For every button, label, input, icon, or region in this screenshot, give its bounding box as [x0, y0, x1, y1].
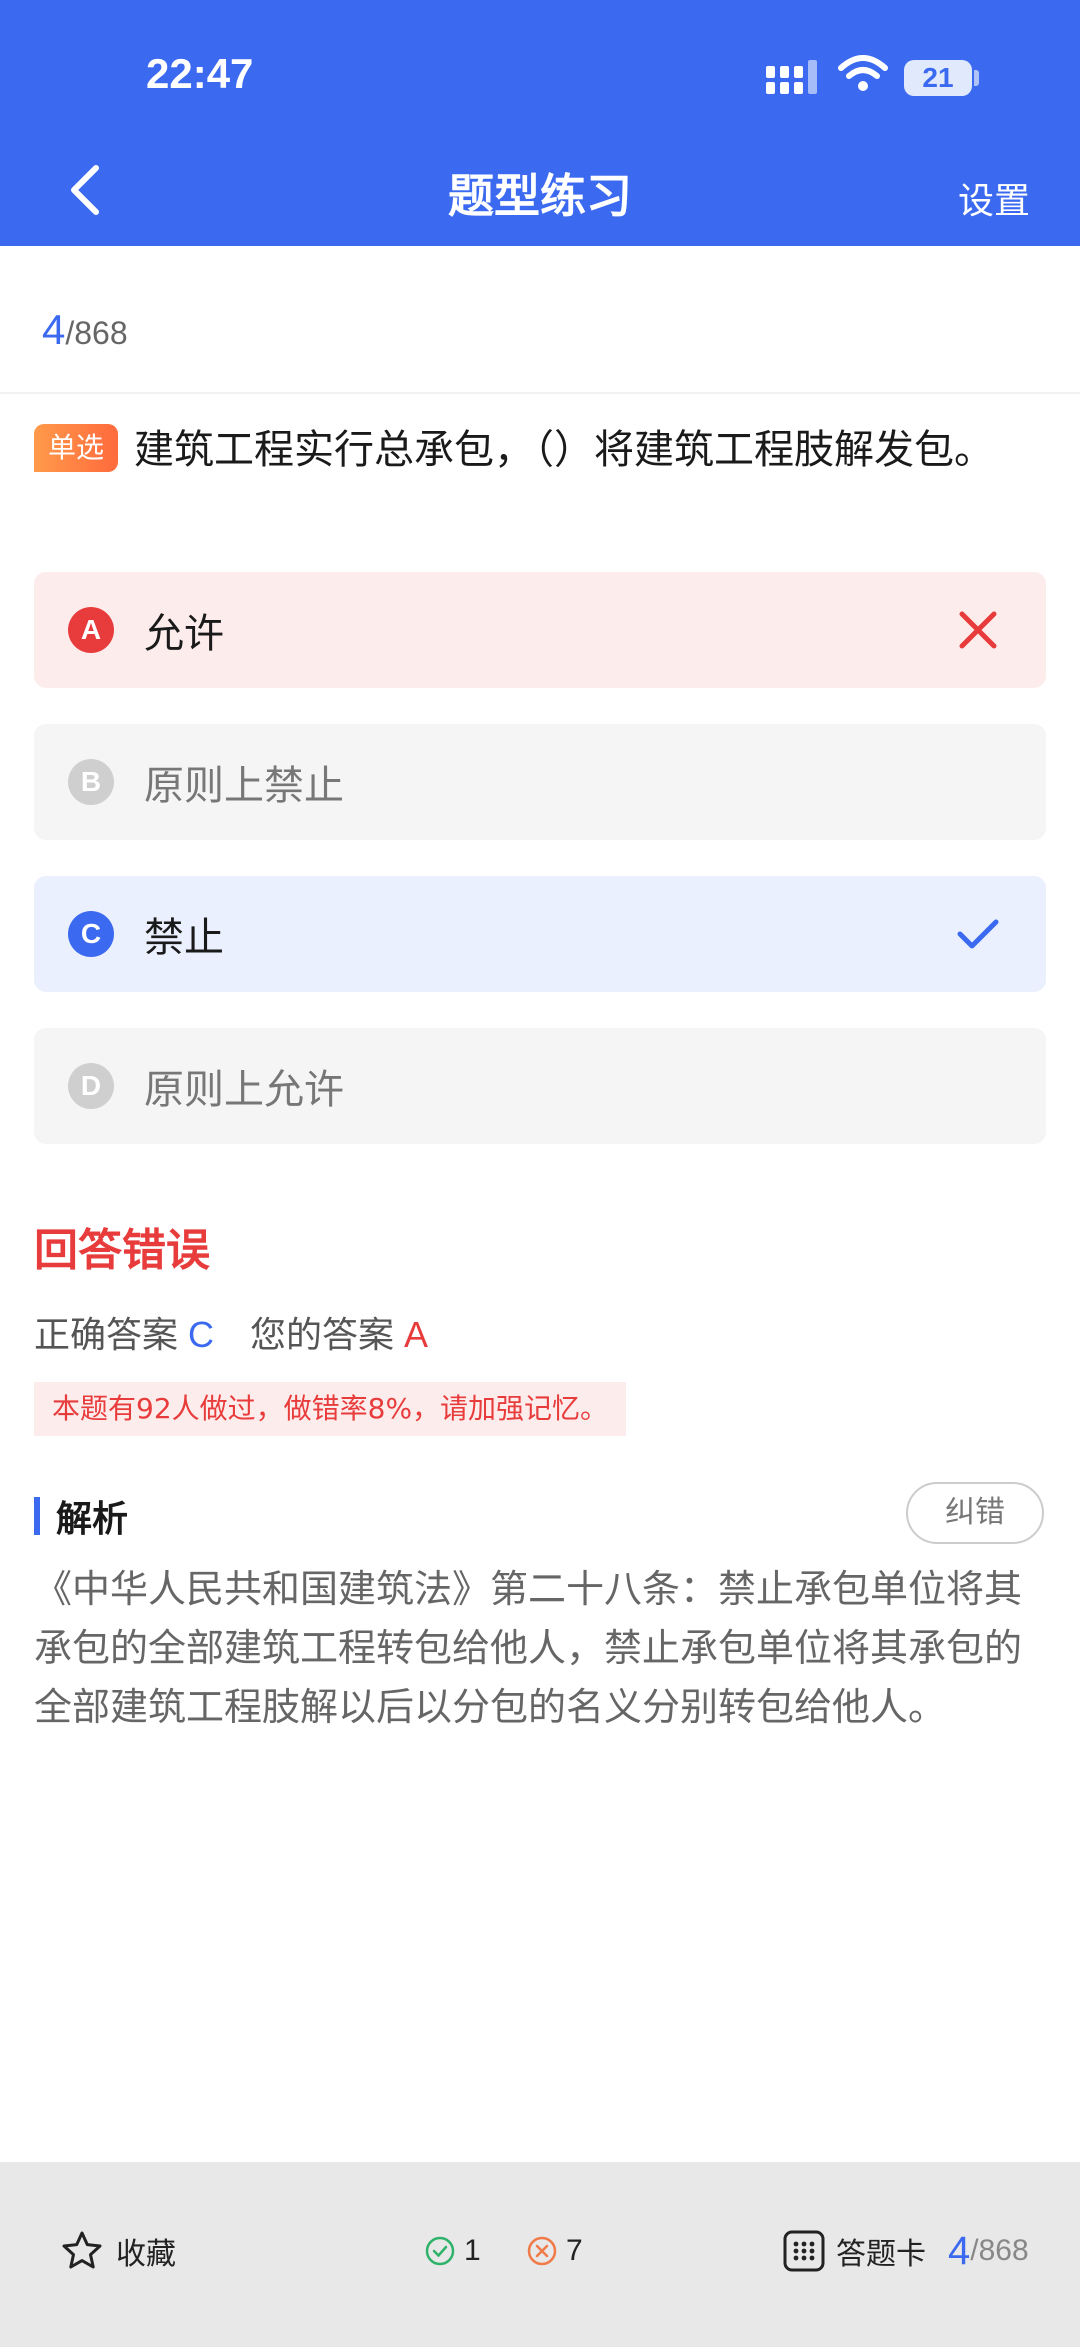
page-title: 题型练习	[448, 169, 632, 223]
option-letter: A	[68, 607, 114, 653]
wifi-icon	[838, 55, 888, 91]
error-rate-note: 本题有92人做过，做错率8%，请加强记忆。	[34, 1382, 627, 1436]
question-stem: 单选 建筑工程实行总承包，（）将建筑工程肢解发包。	[34, 420, 1044, 480]
option-a[interactable]: A 允许	[34, 572, 1046, 688]
answer-card-label: 答题卡	[836, 2237, 926, 2272]
option-c[interactable]: C 禁止	[34, 876, 1046, 992]
correct-answer-label: 正确答案	[34, 1315, 179, 1356]
question-type-badge: 单选	[34, 424, 119, 472]
option-letter: C	[68, 911, 114, 957]
star-icon	[62, 2231, 102, 2269]
correct-check-icon	[957, 919, 999, 949]
bottom-toolbar: 收藏 1 7 答题卡 4/868	[0, 2162, 1080, 2347]
option-text: 禁止	[144, 915, 224, 961]
option-b[interactable]: B 原则上禁止	[34, 724, 1046, 840]
your-answer-label: 您的答案	[250, 1315, 395, 1356]
cellular-signal-icon	[766, 60, 817, 94]
result-title: 回答错误	[34, 1225, 210, 1276]
bottom-progress: 4/868	[948, 2226, 1029, 2276]
question-progress: 4/868	[42, 306, 128, 354]
check-circle-icon	[425, 2236, 455, 2266]
option-text: 原则上禁止	[144, 763, 344, 809]
status-time: 22:47	[146, 50, 254, 97]
analysis-header: 解析	[34, 1490, 128, 1542]
correct-count: 1	[424, 2226, 481, 2276]
option-letter: D	[68, 1063, 114, 1109]
question-text: 建筑工程实行总承包，（）将建筑工程肢解发包。	[134, 427, 995, 473]
progress-total: /868	[65, 315, 128, 351]
wrong-count: 7	[526, 2226, 583, 2276]
wrong-x-icon	[959, 611, 997, 649]
option-d[interactable]: D 原则上允许	[34, 1028, 1046, 1144]
settings-button[interactable]: 设置	[958, 172, 1030, 224]
analysis-title: 解析	[56, 1499, 129, 1540]
report-error-button[interactable]: 纠错	[906, 1482, 1044, 1544]
divider	[0, 392, 1080, 394]
correct-count-value: 1	[464, 2234, 481, 2267]
bottom-progress-current: 4	[948, 2228, 971, 2273]
grid-icon	[783, 2230, 825, 2272]
answer-summary: 正确答案 C 您的答案 A	[34, 1306, 428, 1358]
answer-card-button[interactable]: 答题卡	[782, 2226, 926, 2276]
option-text: 原则上允许	[144, 1067, 344, 1113]
option-text: 允许	[144, 611, 224, 657]
option-letter: B	[68, 759, 114, 805]
bottom-progress-total: /868	[970, 2234, 1029, 2267]
battery-indicator: 21	[904, 60, 972, 96]
battery-tip	[974, 70, 979, 86]
favorite-label: 收藏	[116, 2237, 176, 2272]
correct-answer-value: C	[188, 1314, 215, 1355]
progress-current: 4	[42, 306, 66, 353]
analysis-text: 《中华人民共和国建筑法》第二十八条：禁止承包单位将其承包的全部建筑工程转包给他人…	[34, 1567, 1023, 1729]
your-answer-value: A	[404, 1314, 429, 1355]
analysis-accent-bar	[34, 1497, 40, 1535]
x-circle-icon	[527, 2236, 557, 2266]
wrong-count-value: 7	[566, 2234, 583, 2267]
app-header: 22:47 21 题型练习 设置	[0, 0, 1080, 246]
favorite-button[interactable]: 收藏	[60, 2226, 176, 2276]
